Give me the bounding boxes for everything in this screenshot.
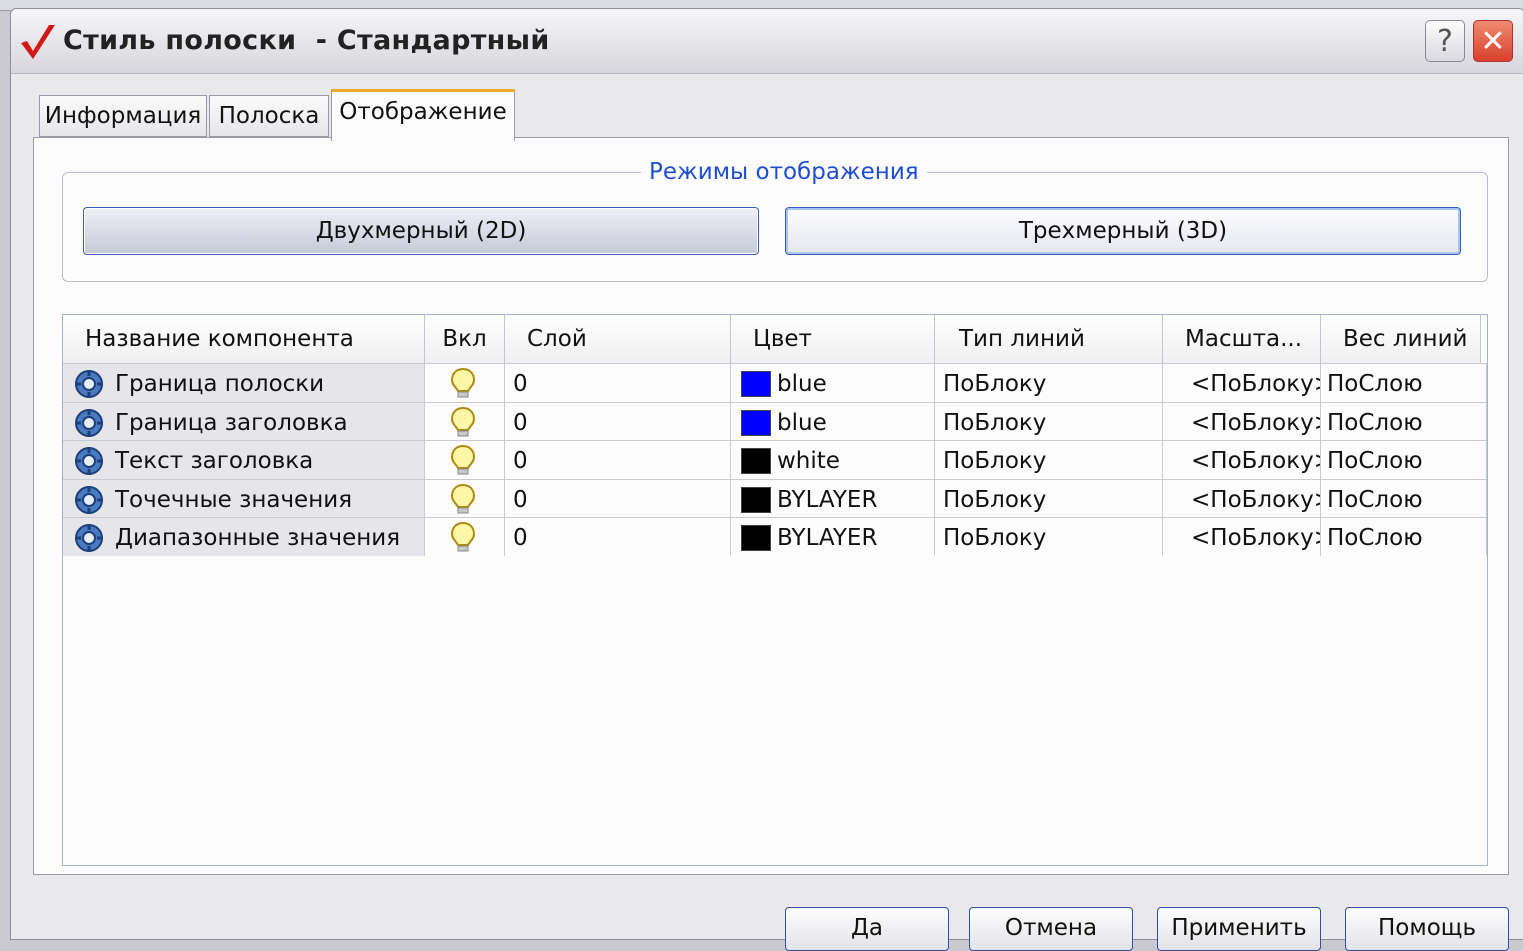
lightbulb-icon[interactable]: [449, 483, 477, 517]
cell-layer[interactable]: 0: [505, 402, 731, 441]
cell-color[interactable]: white: [731, 441, 935, 479]
apply-button[interactable]: Применить: [1157, 907, 1321, 951]
column-header-scale[interactable]: Масшта...: [1163, 315, 1321, 363]
component-name-text: Текст заголовка: [115, 448, 314, 474]
cell-visibility[interactable]: [425, 364, 505, 402]
color-swatch: [741, 486, 771, 513]
cell-color[interactable]: blue: [731, 364, 935, 402]
cell-visibility[interactable]: [425, 402, 505, 441]
tab-panel-display: Режимы отображения Двухмерный (2D) Трехм…: [33, 137, 1509, 875]
color-name-text: blue: [777, 409, 827, 436]
component-gear-icon: [73, 445, 105, 477]
cell-lineweight[interactable]: ПоСлою: [1321, 441, 1487, 479]
column-header-linetype[interactable]: Тип линий: [935, 315, 1163, 363]
cell-layer[interactable]: 0: [505, 364, 731, 402]
color-name-text: BYLAYER: [777, 525, 878, 551]
component-name-text: Точечные значения: [115, 486, 353, 513]
cell-layer[interactable]: 0: [505, 518, 731, 556]
cell-scale[interactable]: <ПоБлоку>: [1163, 364, 1321, 402]
cell-visibility[interactable]: [425, 518, 505, 556]
cell-component-name[interactable]: Граница полоски: [63, 364, 425, 402]
component-name-text: Граница заголовка: [115, 409, 348, 436]
table-row[interactable]: Точечные значения 0 BYLAYER ПоБлоку <ПоБлоку…: [63, 478, 1487, 518]
color-swatch: [741, 409, 771, 436]
tab-stripe[interactable]: Полоска: [209, 95, 329, 137]
mode-2d-button[interactable]: Двухмерный (2D): [83, 207, 759, 255]
cell-color[interactable]: BYLAYER: [731, 479, 935, 518]
mode-3d-button[interactable]: Трехмерный (3D): [785, 207, 1461, 255]
checkmark-icon: [21, 25, 55, 59]
component-gear-icon: [73, 407, 105, 439]
table-row[interactable]: Граница полоски 0 blue ПоБлоку <ПоБлоку> ПоСл…: [63, 363, 1487, 402]
table-row[interactable]: Текст заголовка 0 white ПоБлоку <ПоБлоку> ПоС…: [63, 440, 1487, 479]
cell-lineweight[interactable]: ПоСлою: [1321, 402, 1487, 441]
table-row[interactable]: Граница заголовка 0 blue ПоБлоку <ПоБлоку> По…: [63, 401, 1487, 441]
cell-linetype[interactable]: ПоБлоку: [935, 402, 1163, 441]
cell-linetype[interactable]: ПоБлоку: [935, 479, 1163, 518]
cell-lineweight[interactable]: ПоСлою: [1321, 518, 1487, 556]
cell-linetype[interactable]: ПоБлоку: [935, 364, 1163, 402]
stripe-style-dialog: Стиль полоски - Стандартный ? ✕ Информац…: [10, 8, 1523, 951]
component-gear-icon: [73, 522, 105, 554]
cell-visibility[interactable]: [425, 479, 505, 518]
cell-component-name[interactable]: Точечные значения: [63, 479, 425, 518]
column-header-on[interactable]: Вкл: [425, 315, 505, 363]
cell-scale[interactable]: <ПоБлоку>: [1163, 518, 1321, 556]
cell-linetype[interactable]: ПоБлоку: [935, 441, 1163, 479]
cancel-button[interactable]: Отмена: [969, 907, 1133, 951]
color-swatch: [741, 448, 771, 474]
window-title: Стиль полоски - Стандартный: [63, 25, 550, 56]
cell-scale[interactable]: <ПоБлоку>: [1163, 479, 1321, 518]
lightbulb-icon[interactable]: [449, 444, 477, 478]
column-header-lineweight[interactable]: Вес линий: [1321, 315, 1481, 363]
lightbulb-icon[interactable]: [449, 367, 477, 401]
color-name-text: BYLAYER: [777, 486, 878, 513]
color-name-text: white: [777, 448, 840, 474]
table-row[interactable]: Диапазонные значения 0 BYLAYER ПоБлоку <ПоБл…: [63, 517, 1487, 556]
cell-lineweight[interactable]: ПоСлою: [1321, 479, 1487, 518]
cell-color[interactable]: BYLAYER: [731, 518, 935, 556]
tab-display[interactable]: Отображение: [331, 89, 515, 141]
color-swatch: [741, 371, 771, 397]
cell-scale[interactable]: <ПоБлоку>: [1163, 402, 1321, 441]
cell-component-name[interactable]: Текст заголовка: [63, 441, 425, 479]
ok-button[interactable]: Да: [785, 907, 949, 951]
cell-linetype[interactable]: ПоБлоку: [935, 518, 1163, 556]
component-table: Название компонента Вкл Слой Цвет Тип ли…: [62, 314, 1488, 866]
column-header-layer[interactable]: Слой: [505, 315, 731, 363]
display-modes-group: Режимы отображения Двухмерный (2D) Трехм…: [62, 159, 1488, 282]
cell-layer[interactable]: 0: [505, 479, 731, 518]
title-bar[interactable]: Стиль полоски - Стандартный ? ✕: [11, 9, 1523, 74]
cell-color[interactable]: blue: [731, 402, 935, 441]
color-name-text: blue: [777, 371, 827, 397]
cell-scale[interactable]: <ПоБлоку>: [1163, 441, 1321, 479]
cell-component-name[interactable]: Диапазонные значения: [63, 518, 425, 556]
help-button[interactable]: Помощь: [1345, 907, 1509, 951]
cell-lineweight[interactable]: ПоСлою: [1321, 364, 1487, 402]
column-header-name[interactable]: Название компонента: [63, 315, 425, 363]
component-gear-icon: [73, 484, 105, 516]
component-name-text: Диапазонные значения: [115, 525, 401, 551]
help-icon[interactable]: ?: [1425, 20, 1465, 62]
column-header-color[interactable]: Цвет: [731, 315, 935, 363]
close-icon[interactable]: ✕: [1473, 20, 1513, 62]
cell-component-name[interactable]: Граница заголовка: [63, 402, 425, 441]
lightbulb-icon[interactable]: [449, 521, 477, 555]
tab-information[interactable]: Информация: [39, 95, 207, 137]
component-name-text: Граница полоски: [115, 371, 325, 397]
cell-visibility[interactable]: [425, 441, 505, 479]
component-gear-icon: [73, 368, 105, 400]
group-title: Режимы отображения: [641, 159, 927, 185]
color-swatch: [741, 525, 771, 551]
cell-layer[interactable]: 0: [505, 441, 731, 479]
lightbulb-icon[interactable]: [449, 406, 477, 440]
